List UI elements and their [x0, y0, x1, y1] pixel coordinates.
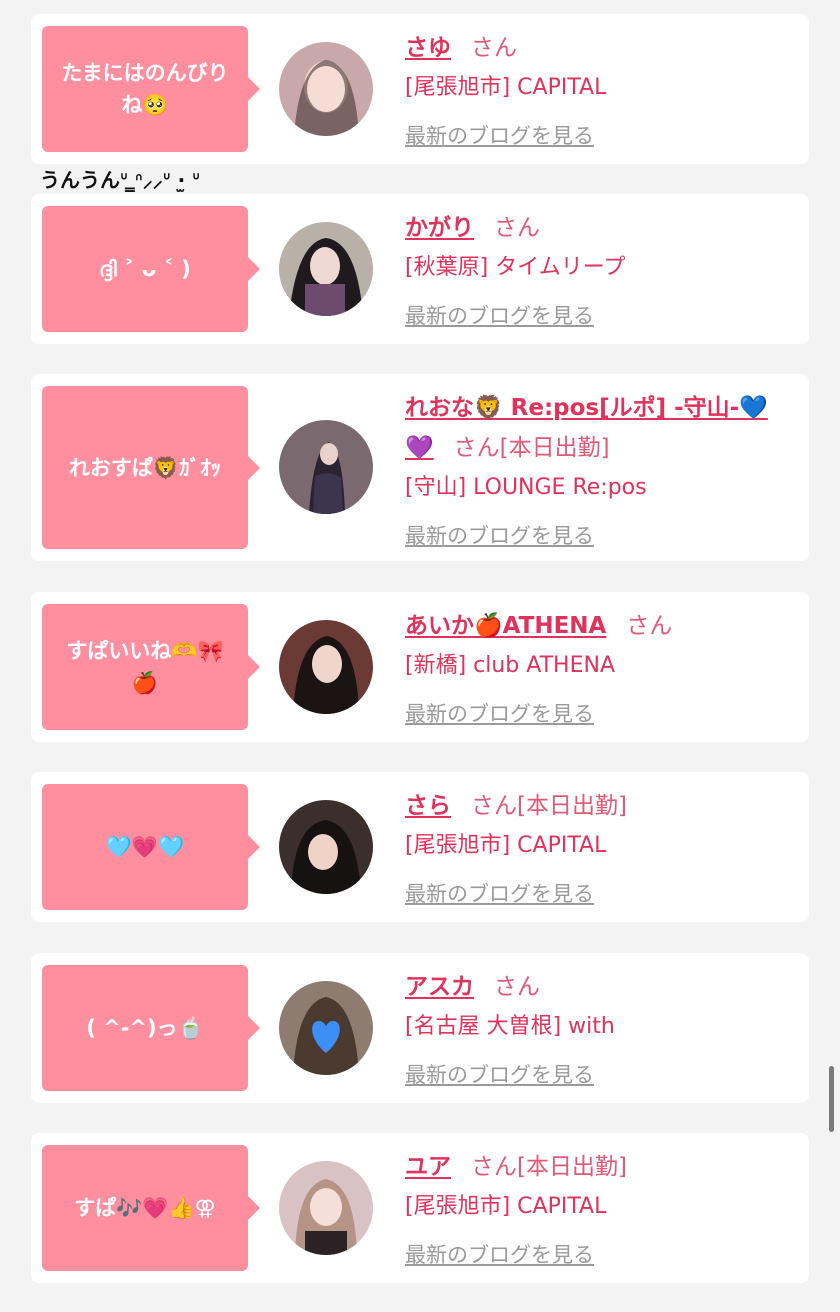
attendance-status: [本日出勤] [517, 1154, 627, 1180]
comment-bubble: れおすぱ🦁ｶﾞｵｯ [42, 386, 260, 549]
comment-card: ദ്ദി ˃ ᴗ ˂ ) かがり さん [秋葉原] タイムリープ 最新のブログを見… [31, 194, 809, 344]
latest-blog-link[interactable]: 最新のブログを見る [405, 1235, 779, 1275]
latest-blog-link[interactable]: 最新のブログを見る [405, 116, 779, 156]
avatar[interactable] [279, 42, 373, 136]
avatar[interactable] [279, 620, 373, 714]
avatar[interactable] [279, 981, 373, 1075]
host-name-link[interactable]: かがり [405, 215, 474, 241]
comment-card: ( ^-^)っ🍵 アスカ さん [名古屋 大曽根] with 最新のブログを見る [31, 953, 809, 1103]
comment-text: すぱ🎶💗👍⚢ [74, 1196, 216, 1220]
extra-comment: うんうんᐡ ̳ᐢ⸝⸝ᐡ ·̫ ᐡ [40, 168, 201, 192]
honorific: さん [453, 435, 500, 461]
host-name-link[interactable]: さゆ [405, 35, 451, 61]
host-name-link[interactable]: ユア [405, 1154, 451, 1180]
latest-blog-link[interactable]: 最新のブログを見る [405, 1055, 779, 1095]
shop-label: [秋葉原] タイムリープ [405, 255, 626, 280]
latest-blog-link[interactable]: 最新のブログを見る [405, 874, 779, 914]
scrollbar[interactable] [829, 1066, 834, 1132]
latest-blog-link[interactable]: 最新のブログを見る [405, 296, 779, 336]
comment-text: ( ^-^)っ🍵 [86, 1016, 204, 1040]
comment-text: 🩵💗🩵 [105, 835, 185, 859]
host-name-link-cont[interactable]: 💜 [405, 435, 434, 461]
shop-label: [新橋] club ATHENA [405, 653, 615, 678]
comment-text: れおすぱ🦁ｶﾞｵｯ [68, 455, 222, 480]
host-name-link[interactable]: あいか🍎ATHENA [405, 613, 606, 639]
comment-text: すぱいいね🫶🎀🍎 [66, 639, 224, 695]
comment-bubble: ( ^-^)っ🍵 [42, 965, 260, 1091]
attendance-status: [本日出勤] [517, 793, 627, 819]
latest-blog-link[interactable]: 最新のブログを見る [405, 516, 779, 556]
shop-label: [守山] LOUNGE Re:pos [405, 475, 647, 500]
comment-bubble: たまにはのんびりね🥺 [42, 26, 260, 152]
shop-label: [尾張旭市] CAPITAL [405, 1194, 607, 1219]
comment-bubble: すぱ🎶💗👍⚢ [42, 1145, 260, 1271]
comment-bubble: 🩵💗🩵 [42, 784, 260, 910]
host-name-link[interactable]: さら [405, 793, 451, 819]
comment-card: すぱ🎶💗👍⚢ ユア さん[本日出勤] [尾張旭市] CAPITAL 最新のブログを… [31, 1133, 809, 1283]
comment-text: たまにはのんびりね🥺 [61, 61, 229, 117]
comment-card: すぱいいね🫶🎀🍎 あいか🍎ATHENA さん [新橋] club ATHENA 最… [31, 592, 809, 742]
attendance-status: [本日出勤] [499, 435, 610, 461]
honorific: さん [471, 1154, 517, 1180]
comment-text: ദ്ദി ˃ ᴗ ˂ ) [99, 257, 191, 281]
shop-label: [名古屋 大曽根] with [405, 1014, 615, 1039]
avatar[interactable] [279, 420, 373, 514]
honorific: さん [494, 974, 540, 1000]
comment-bubble: ദ്ദി ˃ ᴗ ˂ ) [42, 206, 260, 332]
avatar[interactable] [279, 1161, 373, 1255]
honorific: さん [471, 793, 517, 819]
comment-card: れおすぱ🦁ｶﾞｵｯ れおな🦁 Re:pos[ルポ] -守山-💙 💜 さん[本日出勤… [31, 374, 809, 561]
host-name-link[interactable]: アスカ [405, 974, 474, 1000]
avatar[interactable] [279, 222, 373, 316]
shop-label: [尾張旭市] CAPITAL [405, 75, 607, 100]
latest-blog-link[interactable]: 最新のブログを見る [405, 694, 779, 734]
honorific: さん [494, 215, 540, 241]
shop-label: [尾張旭市] CAPITAL [405, 833, 607, 858]
comment-card: たまにはのんびりね🥺 さゆ さん [尾張旭市] CAPITAL 最新のブログを見る [31, 14, 809, 164]
comment-card: 🩵💗🩵 さら さん[本日出勤] [尾張旭市] CAPITAL 最新のブログを見る [31, 772, 809, 922]
honorific: さん [471, 35, 517, 61]
host-name-link[interactable]: れおな🦁 Re:pos[ルポ] -守山-💙 [405, 395, 768, 421]
comment-bubble: すぱいいね🫶🎀🍎 [42, 604, 260, 730]
avatar[interactable] [279, 800, 373, 894]
honorific: さん [626, 613, 673, 639]
